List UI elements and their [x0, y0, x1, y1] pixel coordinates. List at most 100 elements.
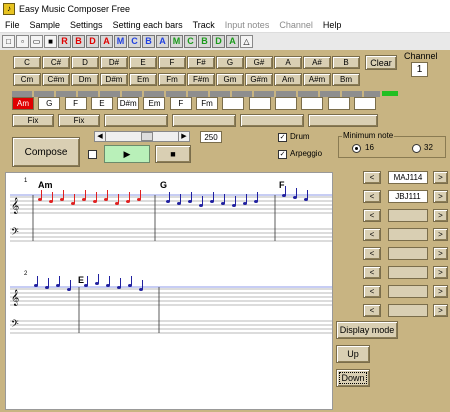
menu-setting-each-bars[interactable]: Setting each bars [108, 20, 188, 30]
chord-gm-button[interactable]: Gm [216, 73, 244, 86]
track-prev-button[interactable]: < [363, 228, 381, 241]
chord-slot[interactable]: F [64, 97, 87, 110]
chord-g-button[interactable]: G [216, 56, 244, 69]
track-name-field[interactable] [388, 209, 428, 222]
toolbar-letter-button[interactable]: D [212, 35, 225, 48]
chord-dm-button[interactable]: Dm [71, 73, 99, 86]
track-name-field[interactable] [388, 304, 428, 317]
slider-thumb[interactable] [141, 132, 153, 141]
track-prev-button[interactable]: < [363, 285, 381, 298]
track-prev-button[interactable]: < [363, 247, 381, 260]
chord-fm-button[interactable]: Fm [158, 73, 186, 86]
chord-dsharpm-button[interactable]: D#m [100, 73, 128, 86]
menu-help[interactable]: Help [318, 20, 347, 30]
track-next-button[interactable]: > [433, 190, 448, 203]
display-mode-button[interactable]: Display mode [336, 321, 398, 339]
track-next-button[interactable]: > [433, 228, 448, 241]
chord-slot[interactable]: E [90, 97, 113, 110]
new-icon[interactable]: ▫ [16, 35, 29, 48]
toolbar-letter-button[interactable]: B [142, 35, 155, 48]
track-name-field[interactable]: MAJ114 [388, 171, 428, 184]
chord-slot[interactable]: F [169, 97, 192, 110]
fix-button-5[interactable] [240, 114, 304, 127]
chord-e-button[interactable]: E [129, 56, 157, 69]
menu-file[interactable]: File [0, 20, 25, 30]
toolbar-letter-button[interactable]: A [100, 35, 113, 48]
tempo-slider[interactable]: ◀ ▶ [94, 131, 190, 142]
toolbar-letter-button[interactable]: M [114, 35, 127, 48]
chord-fsharp-button[interactable]: F# [187, 56, 215, 69]
track-name-field[interactable]: JBJ111 [388, 190, 428, 203]
play-button[interactable]: ▶ [104, 145, 150, 163]
chord-asharpm-button[interactable]: A#m [303, 73, 331, 86]
track-prev-button[interactable]: < [363, 171, 381, 184]
menu-sample[interactable]: Sample [25, 20, 66, 30]
chord-dsharp-button[interactable]: D# [100, 56, 128, 69]
chord-csharpm-button[interactable]: C#m [42, 73, 70, 86]
chord-gsharp-button[interactable]: G# [245, 56, 273, 69]
track-next-button[interactable]: > [433, 304, 448, 317]
open-icon[interactable]: ▭ [30, 35, 43, 48]
track-next-button[interactable]: > [433, 285, 448, 298]
track-prev-button[interactable]: < [363, 190, 381, 203]
chord-slot[interactable] [248, 97, 271, 110]
chord-slot[interactable] [274, 97, 297, 110]
toolbar-letter-button[interactable]: B [72, 35, 85, 48]
chord-a-button[interactable]: A [274, 56, 302, 69]
compose-button[interactable]: Compose [12, 137, 80, 167]
stop-button[interactable]: ■ [155, 145, 191, 163]
chord-em-button[interactable]: Em [129, 73, 157, 86]
track-prev-button[interactable]: < [363, 209, 381, 222]
fix-button-3[interactable] [104, 114, 168, 127]
minimum-note-32-radio[interactable] [412, 144, 421, 153]
chord-slot[interactable]: G [38, 97, 61, 110]
toolbar-letter-button[interactable]: C [184, 35, 197, 48]
menu-input-notes[interactable]: Input notes [220, 20, 275, 30]
metronome-icon[interactable]: △ [240, 35, 253, 48]
track-prev-button[interactable]: < [363, 304, 381, 317]
chord-slot[interactable]: Am [12, 97, 34, 110]
chord-slot[interactable] [353, 97, 376, 110]
track-next-button[interactable]: > [433, 247, 448, 260]
chord-am-button[interactable]: Am [274, 73, 302, 86]
toolbar-letter-button[interactable]: A [226, 35, 239, 48]
chord-slot[interactable]: Fm [196, 97, 219, 110]
menu-track[interactable]: Track [188, 20, 220, 30]
fix-button-1[interactable]: Fix [12, 114, 54, 127]
chord-c-button[interactable]: C [13, 56, 41, 69]
chord-d-button[interactable]: D [71, 56, 99, 69]
arpeggio-checkbox[interactable]: ✓ [278, 150, 287, 159]
chord-bm-button[interactable]: Bm [332, 73, 360, 86]
compose-checkbox[interactable] [88, 150, 97, 159]
menu-channel[interactable]: Channel [274, 20, 318, 30]
chord-csharp-button[interactable]: C# [42, 56, 70, 69]
channel-field[interactable]: 1 [411, 62, 428, 77]
chord-asharp-button[interactable]: A# [303, 56, 331, 69]
drum-checkbox[interactable]: ✓ [278, 133, 287, 142]
chord-f-button[interactable]: F [158, 56, 186, 69]
chord-fsharpm-button[interactable]: F#m [187, 73, 215, 86]
track-prev-button[interactable]: < [363, 266, 381, 279]
track-name-field[interactable] [388, 228, 428, 241]
new-icon[interactable]: □ [2, 35, 15, 48]
chord-b-button[interactable]: B [332, 56, 360, 69]
track-name-field[interactable] [388, 247, 428, 260]
clear-button[interactable]: Clear [365, 55, 397, 70]
track-next-button[interactable]: > [433, 266, 448, 279]
score-area[interactable]: 𝄞 𝄢 𝄞 𝄢 Am G F 1 2 E [5, 172, 333, 410]
minimum-note-16-radio[interactable] [352, 144, 361, 153]
menu-settings[interactable]: Settings [65, 20, 108, 30]
toolbar-letter-button[interactable]: R [58, 35, 71, 48]
tempo-value[interactable]: 250 [200, 131, 222, 143]
toolbar-letter-button[interactable]: A [156, 35, 169, 48]
down-button[interactable]: Down [336, 369, 370, 387]
chord-slot[interactable]: D#m [117, 97, 140, 110]
fix-button-2[interactable]: Fix [58, 114, 100, 127]
toolbar-letter-button[interactable]: D [86, 35, 99, 48]
up-button[interactable]: Up [336, 345, 370, 363]
slider-right-icon[interactable]: ▶ [178, 132, 189, 141]
track-name-field[interactable] [388, 285, 428, 298]
chord-cm-button[interactable]: Cm [13, 73, 41, 86]
toolbar-letter-button[interactable]: M [170, 35, 183, 48]
track-name-field[interactable] [388, 266, 428, 279]
